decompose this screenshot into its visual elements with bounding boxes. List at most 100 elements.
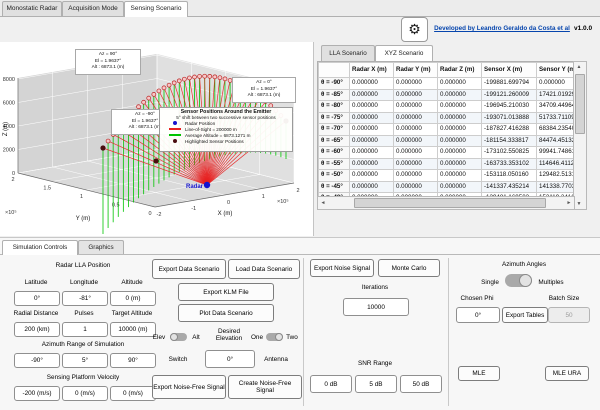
plot-data-scenario-button[interactable]: Plot Data Scenario (178, 304, 274, 322)
export-tables-button[interactable]: Export Tables (502, 307, 548, 323)
column-header[interactable]: Radar X (m) (350, 63, 394, 78)
table-row[interactable]: θ = -45°0.0000000.0000000.000000-141337.… (319, 181, 576, 193)
row-header[interactable]: θ = -90° (319, 78, 350, 90)
row-header[interactable]: θ = -70° (319, 124, 350, 136)
table-cell[interactable]: -181154.333817 (482, 135, 537, 147)
table-row[interactable]: θ = -85°0.0000000.0000000.000000-199121.… (319, 89, 576, 101)
table-cell[interactable]: 0.000000 (350, 147, 394, 159)
export-klm-file-button[interactable]: Export KLM File (178, 283, 274, 301)
table-row[interactable]: θ = -75°0.0000000.0000000.000000-193071.… (319, 112, 576, 124)
table-horizontal-scrollbar[interactable]: ◄ ► (317, 196, 575, 210)
table-cell[interactable]: 0.000000 (438, 158, 482, 170)
tab-lla-scenario[interactable]: LLA Scenario (321, 45, 375, 61)
longitude-field[interactable]: -81° (62, 291, 108, 306)
load-data-scenario-button[interactable]: Load Data Scenario (228, 259, 300, 279)
table-cell[interactable]: -196945.210030 (482, 101, 537, 113)
table-cell[interactable]: 0.000000 (394, 181, 438, 193)
table-row[interactable]: θ = -65°0.0000000.0000000.000000-181154.… (319, 135, 576, 147)
table-cell[interactable]: 68384.235404 (537, 124, 576, 136)
table-cell[interactable]: 51733.711099 (537, 112, 576, 124)
export-noise-free-signal-button[interactable]: Export Noise-Free Signal (152, 375, 226, 399)
table-cell[interactable]: -153118.050160 (482, 170, 537, 182)
table-cell[interactable]: 0.000000 (438, 124, 482, 136)
table-row[interactable]: θ = -80°0.0000000.0000000.000000-196945.… (319, 101, 576, 113)
table-cell[interactable]: 0.000000 (394, 124, 438, 136)
tab-sensing-scenario[interactable]: Sensing Scenario (124, 1, 188, 17)
table-cell[interactable]: 0.000000 (350, 112, 394, 124)
mle-ura-button[interactable]: MLE URA (545, 366, 589, 381)
chosen-phi-field[interactable]: 0° (456, 307, 500, 323)
table-cell[interactable]: 0.000000 (438, 89, 482, 101)
column-header[interactable]: Sensor X (m) (482, 63, 537, 78)
table-row[interactable]: θ = -60°0.0000000.0000000.000000-173102.… (319, 147, 576, 159)
table-cell[interactable]: 0.000000 (438, 112, 482, 124)
export-data-scenario-button[interactable]: Export Data Scenario (152, 259, 226, 279)
one-two-switch[interactable] (266, 333, 283, 341)
single-multiples-switch[interactable] (505, 274, 532, 287)
latitude-field[interactable]: 0° (14, 291, 60, 306)
table-cell[interactable]: 0.000000 (394, 170, 438, 182)
v-scroll-thumb[interactable] (575, 74, 585, 134)
table-cell[interactable]: 0.000000 (350, 170, 394, 182)
tab-xyz-scenario[interactable]: XYZ Scenario (375, 45, 433, 61)
snr-max-field[interactable]: 50 dB (400, 375, 442, 393)
scroll-down-icon[interactable]: ▼ (574, 199, 584, 209)
monte-carlo-button[interactable]: Monte Carlo (378, 259, 440, 277)
table-cell[interactable]: 34709.449641 (537, 101, 576, 113)
scroll-right-icon[interactable]: ► (565, 198, 573, 208)
table-cell[interactable]: 0.000000 (394, 112, 438, 124)
elev-alt-switch[interactable] (170, 333, 187, 341)
table-cell[interactable]: 0.000000 (394, 89, 438, 101)
table-cell[interactable]: 0.000000 (350, 181, 394, 193)
snr-step-field[interactable]: 5 dB (355, 375, 397, 393)
table-cell[interactable]: -193071.013888 (482, 112, 537, 124)
azimuth-step-field[interactable]: 5° (62, 353, 108, 368)
table-cell[interactable]: -141337.435214 (482, 181, 537, 193)
table-cell[interactable]: 129482.513153 (537, 170, 576, 182)
row-header[interactable]: θ = -60° (319, 147, 350, 159)
column-header[interactable] (319, 63, 350, 78)
export-noise-signal-button[interactable]: Export Noise Signal (310, 259, 374, 277)
table-cell[interactable]: -163733.353102 (482, 158, 537, 170)
row-header[interactable]: θ = -45° (319, 181, 350, 193)
snr-min-field[interactable]: 0 dB (310, 375, 352, 393)
azimuth-max-field[interactable]: 90° (110, 353, 156, 368)
table-cell[interactable]: 99941.748616 (537, 147, 576, 159)
table-cell[interactable]: 114646.411221 (537, 158, 576, 170)
table-cell[interactable]: 0.000000 (438, 135, 482, 147)
table-cell[interactable]: 0.000000 (350, 124, 394, 136)
tab-simulation-controls[interactable]: Simulation Controls (2, 240, 78, 255)
table-cell[interactable]: 141338.770309 (537, 181, 576, 193)
table-cell[interactable]: 0.000000 (350, 89, 394, 101)
table-cell[interactable]: -199881.699794 (482, 78, 537, 90)
table-cell[interactable]: 0.000000 (394, 147, 438, 159)
row-header[interactable]: θ = -50° (319, 170, 350, 182)
create-noise-free-signal-button[interactable]: Create Noise-Free Signal (228, 375, 302, 399)
table-cell[interactable]: 0.000000 (438, 78, 482, 90)
pulses-field[interactable]: 1 (62, 322, 108, 337)
table-cell[interactable]: 0.000000 (350, 135, 394, 147)
table-cell[interactable]: -187827.416288 (482, 124, 537, 136)
column-header[interactable]: Radar Z (m) (438, 63, 482, 78)
table-cell[interactable]: 0.000000 (394, 158, 438, 170)
altitude-field[interactable]: 0 (m) (110, 291, 156, 306)
mle-button[interactable]: MLE (458, 366, 500, 381)
velocity-x-field[interactable]: -200 (m/s) (14, 386, 60, 401)
table-row[interactable]: θ = -55°0.0000000.0000000.000000-163733.… (319, 158, 576, 170)
table-cell[interactable]: 0.000000 (438, 181, 482, 193)
table-row[interactable]: θ = -50°0.0000000.0000000.000000-153118.… (319, 170, 576, 182)
table-cell[interactable]: 0.000000 (394, 101, 438, 113)
table-cell[interactable]: 0.000000 (394, 78, 438, 90)
table-vertical-scrollbar[interactable]: ▲ ▼ (573, 61, 587, 210)
tab-graphics[interactable]: Graphics (78, 240, 124, 255)
row-header[interactable]: θ = -65° (319, 135, 350, 147)
scroll-up-icon[interactable]: ▲ (574, 62, 584, 72)
scroll-left-icon[interactable]: ◄ (319, 198, 327, 208)
row-header[interactable]: θ = -80° (319, 101, 350, 113)
row-header[interactable]: θ = -55° (319, 158, 350, 170)
credit-link[interactable]: Developed by Leandro Geraldo da Costa et… (432, 25, 572, 32)
settings-button[interactable]: ⚙ (401, 17, 428, 42)
radial-distance-field[interactable]: 200 (km) (14, 322, 60, 337)
iterations-field[interactable]: 10000 (343, 298, 409, 316)
tab-acquisition-mode[interactable]: Acquisition Mode (62, 1, 124, 16)
